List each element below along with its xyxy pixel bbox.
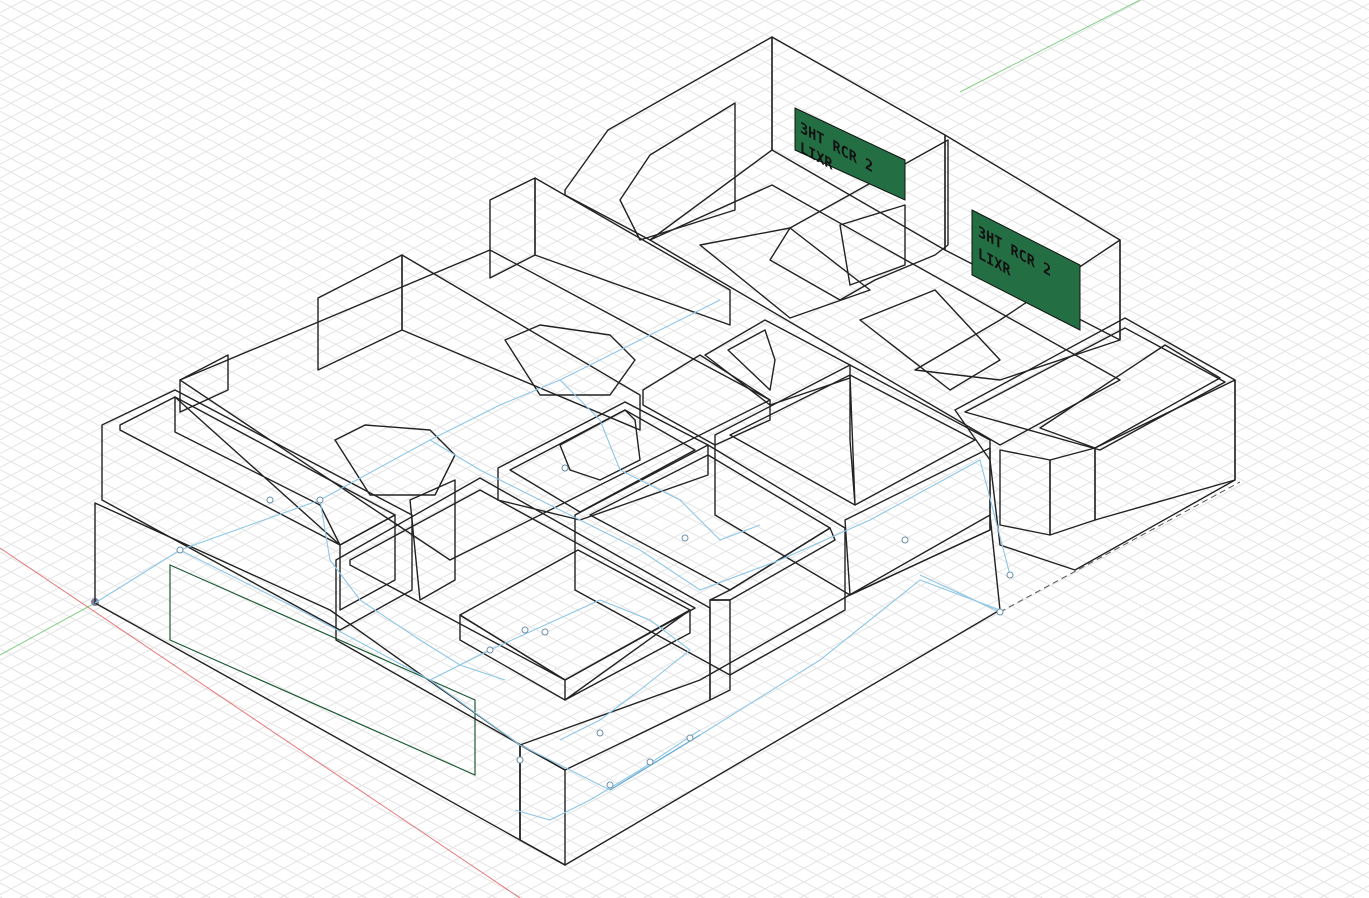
grid-line (0, 0, 155, 83)
grid-line (0, 0, 675, 358)
grid-line (149, 251, 1369, 898)
sketch-point[interactable] (606, 781, 614, 789)
sketch-point[interactable] (516, 756, 524, 764)
grid-line (0, 0, 1013, 537)
grid-line (461, 416, 1369, 898)
model-canvas[interactable]: 3HT RCR 2 LIXR 3HT RCR 2 LIXR (0, 0, 1369, 898)
grid-line (179, 0, 1369, 631)
grid-line (0, 0, 857, 455)
sketch-point[interactable] (681, 534, 689, 542)
grid-line (1219, 0, 1369, 80)
sketch-point[interactable] (486, 646, 494, 654)
x-axis-line-far (999, 481, 1241, 613)
grid-line (0, 0, 493, 262)
sketch-point[interactable] (541, 628, 549, 636)
grid-line (1189, 802, 1369, 898)
grid-line (491, 0, 1369, 466)
sketch-point[interactable] (1006, 571, 1014, 579)
dark-green-card-holder[interactable] (179, 177, 771, 601)
x-axis-line (0, 547, 521, 898)
green-card-rack-back[interactable]: 3HT RCR 2 LIXR 3HT RCR 2 LIXR (564, 36, 1121, 446)
sketch-point[interactable] (266, 496, 274, 504)
sketch-point[interactable] (996, 608, 1004, 616)
sketch-point[interactable] (686, 734, 694, 742)
grid-line (0, 234, 1251, 898)
grid-line (877, 637, 1369, 898)
grid-line (773, 581, 1369, 898)
engraved-label-1: 3HT RCR 2 LIXR (794, 107, 906, 201)
grid-line (0, 0, 181, 96)
sketch-point[interactable] (596, 729, 604, 737)
grid-line (0, 785, 211, 898)
grid-line (1293, 857, 1369, 898)
grid-line (0, 0, 1221, 648)
grid-line (0, 0, 701, 372)
grid-line (669, 526, 1369, 898)
sketch-point[interactable] (646, 758, 654, 766)
grid-line (0, 0, 883, 469)
cad-viewport[interactable]: 3HT RCR 2 LIXR 3HT RCR 2 LIXR (0, 0, 1369, 898)
sketch-point[interactable] (561, 464, 569, 472)
sketch-point[interactable] (316, 496, 324, 504)
grid-line (981, 692, 1369, 898)
sketch-point[interactable] (521, 626, 529, 634)
grid-line (0, 0, 519, 276)
grid-line (1085, 747, 1369, 898)
grid-line (0, 0, 363, 193)
sketch-point[interactable] (176, 546, 184, 554)
sketch-point[interactable] (901, 536, 909, 544)
grid-line (0, 896, 3, 898)
grid-line (1115, 0, 1369, 135)
grid-line (0, 510, 731, 898)
grid-line (907, 0, 1369, 245)
grid-line (1011, 0, 1369, 190)
grid-line (357, 361, 1369, 898)
grid-line (565, 471, 1369, 898)
finger-cutout-1 (504, 324, 636, 396)
grid-line (0, 0, 1195, 634)
grid-line (75, 0, 1369, 686)
